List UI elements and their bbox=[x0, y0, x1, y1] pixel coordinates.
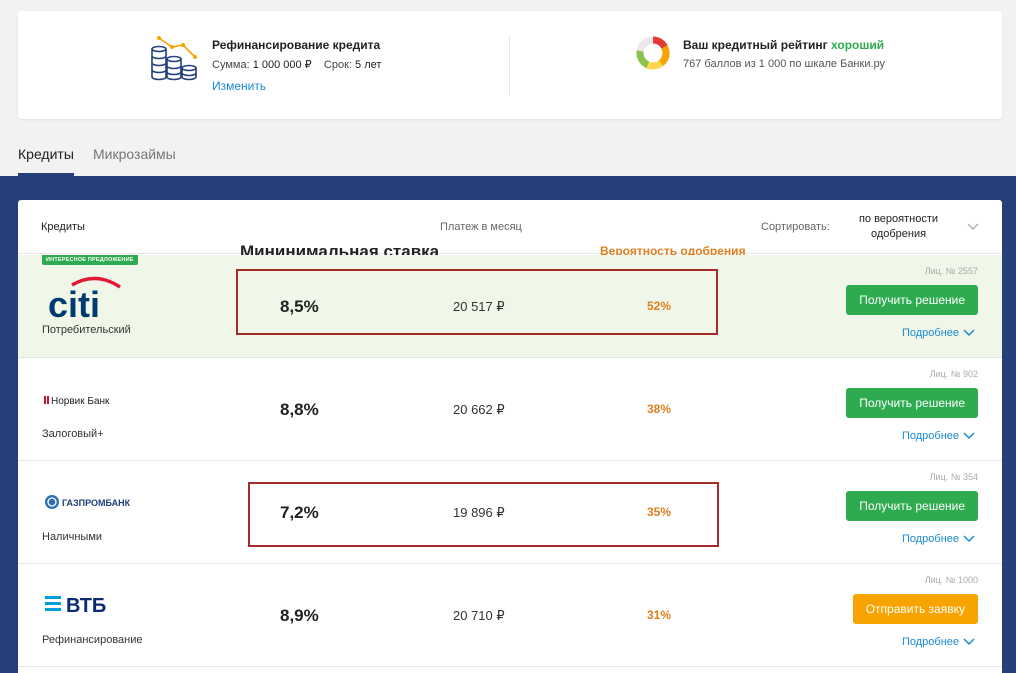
gazprombank-logo: ГАЗПРОМБАНК bbox=[45, 495, 131, 509]
payment-value: 19 896 ₽ bbox=[453, 505, 505, 520]
send-application-button[interactable]: Отправить заявку bbox=[852, 594, 978, 624]
header-product: Кредиты bbox=[41, 221, 85, 233]
table-row: интересное предложение citi Потребительс… bbox=[18, 255, 1002, 358]
table-row: Норвик Банк Залоговый+ 8,8% 20 662 ₽ 38%… bbox=[18, 358, 1002, 461]
chevron-down-icon bbox=[963, 432, 975, 440]
sort-label: Сортировать: bbox=[761, 221, 830, 233]
details-link[interactable]: Подробнее bbox=[902, 636, 975, 648]
details-label: Подробнее bbox=[901, 327, 959, 339]
details-link[interactable]: Подробнее bbox=[902, 430, 975, 442]
summary-card: Рефинансирование кредита Сумма: 1 000 00… bbox=[18, 11, 1002, 119]
details-link[interactable]: Подробнее bbox=[902, 327, 975, 339]
payment-value: 20 710 ₽ bbox=[453, 608, 505, 623]
term-value: 5 лет bbox=[355, 59, 382, 71]
interesting-offer-badge: интересное предложение bbox=[42, 255, 138, 265]
citi-logo: citi bbox=[48, 276, 121, 323]
license-number: Лиц. № 2557 bbox=[924, 266, 978, 276]
product-name: Рефинансирование bbox=[42, 634, 143, 646]
rate-value: 8,8% bbox=[280, 400, 319, 419]
header-payment[interactable]: Платеж в месяц bbox=[440, 221, 522, 233]
rating-donut-icon bbox=[636, 36, 670, 70]
details-label: Подробнее bbox=[901, 430, 959, 442]
tab-microloans[interactable]: Микрозаймы bbox=[93, 146, 176, 162]
loan-params: Сумма: 1 000 000 ₽ Срок: 5 лет bbox=[212, 58, 381, 71]
vtb-logo: ВТБ bbox=[45, 595, 106, 617]
norvik-bank-logo: Норвик Банк bbox=[44, 396, 110, 407]
rating-description: 767 баллов из 1 000 по шкале Банки.ру bbox=[683, 58, 886, 70]
svg-text:ГАЗПРОМБАНК: ГАЗПРОМБАНК bbox=[62, 498, 131, 508]
rate-value: 8,5% bbox=[280, 297, 319, 316]
coins-chart-icon bbox=[151, 36, 197, 81]
tab-credits[interactable]: Кредиты bbox=[18, 146, 74, 176]
payment-value: 20 517 ₽ bbox=[453, 299, 505, 314]
rate-value: 7,2% bbox=[280, 503, 319, 522]
product-name: Потребительский bbox=[42, 324, 131, 336]
rating-summary: Ваш кредитный рейтинг хороший 767 баллов… bbox=[635, 35, 995, 75]
probability-value: 31% bbox=[647, 608, 672, 622]
details-label: Подробнее bbox=[901, 636, 959, 648]
svg-text:ВТБ: ВТБ bbox=[66, 595, 106, 617]
probability-value: 38% bbox=[647, 402, 672, 416]
loan-summary: Рефинансирование кредита Сумма: 1 000 00… bbox=[150, 35, 510, 99]
sum-label: Сумма: bbox=[212, 59, 250, 71]
sort-select[interactable]: по вероятности одобрения bbox=[841, 212, 979, 242]
chevron-down-icon bbox=[967, 223, 979, 230]
details-link[interactable]: Подробнее bbox=[902, 533, 975, 545]
license-number: Лиц. № 354 bbox=[929, 472, 978, 482]
term-label: Срок: bbox=[323, 59, 352, 71]
chevron-down-icon bbox=[963, 535, 975, 543]
get-decision-button[interactable]: Получить решение bbox=[846, 388, 978, 418]
svg-text:citi: citi bbox=[48, 284, 100, 323]
payment-value: 20 662 ₽ bbox=[453, 402, 505, 417]
change-link[interactable]: Изменить bbox=[212, 79, 266, 93]
product-name: Залоговый+ bbox=[42, 428, 104, 440]
details-label: Подробнее bbox=[901, 533, 959, 545]
probability-value: 52% bbox=[647, 299, 672, 313]
probability-value: 35% bbox=[647, 505, 672, 519]
rating-status: хороший bbox=[831, 38, 885, 52]
svg-text:Норвик Банк: Норвик Банк bbox=[51, 396, 110, 407]
sum-value: 1 000 000 ₽ bbox=[252, 59, 312, 71]
summary-divider bbox=[509, 35, 510, 95]
get-decision-button[interactable]: Получить решение bbox=[846, 491, 978, 521]
rating-title: Ваш кредитный рейтинг хороший bbox=[683, 38, 884, 52]
table-header: Кредиты Мининимальная ставка Платеж в ме… bbox=[18, 200, 1002, 261]
table-row: ВТБ Рефинансирование 8,9% 20 710 ₽ 31% Л… bbox=[18, 564, 1002, 667]
table-row: ГАЗПРОМБАНК Наличными 7,2% 19 896 ₽ 35% … bbox=[18, 461, 1002, 564]
chevron-down-icon bbox=[963, 638, 975, 646]
loan-title: Рефинансирование кредита bbox=[212, 38, 381, 52]
product-name: Наличными bbox=[42, 531, 103, 543]
get-decision-button[interactable]: Получить решение bbox=[846, 285, 978, 315]
license-number: Лиц. № 1000 bbox=[924, 575, 978, 585]
license-number: Лиц. № 902 bbox=[929, 369, 978, 379]
sort-value: по вероятности одобрения bbox=[858, 213, 939, 240]
rate-value: 8,9% bbox=[280, 606, 319, 625]
chevron-down-icon bbox=[963, 329, 975, 337]
offers-table: Кредиты Мининимальная ставка Платеж в ме… bbox=[18, 200, 1002, 673]
rating-title-text: Ваш кредитный рейтинг bbox=[683, 38, 828, 52]
